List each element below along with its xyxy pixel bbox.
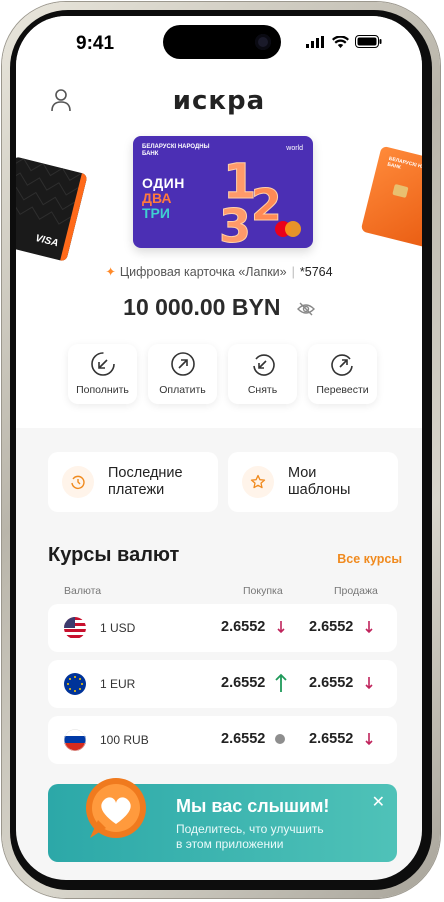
eye-off-icon[interactable] xyxy=(296,302,315,316)
close-icon[interactable]: ✕ xyxy=(372,792,385,812)
rate-row-eur[interactable]: 1 EUR 2.6552 2.6552 xyxy=(48,660,397,708)
buy-value: 2.6552 xyxy=(221,675,266,691)
card-word-1: ОДИН xyxy=(142,175,185,191)
quick-label-line2: платежи xyxy=(108,482,165,498)
card-word-2: ДВА xyxy=(142,190,172,206)
rotate-left-icon xyxy=(252,354,275,376)
camera-icon xyxy=(255,34,271,50)
sell-value: 2.6552 xyxy=(309,619,354,635)
usa-flag-icon xyxy=(64,617,86,639)
card-number: *5764 xyxy=(299,265,333,279)
rate-row-rub[interactable]: 100 RUB 2.6552 2.6552 xyxy=(48,716,397,764)
recent-payments-button[interactable]: Последние платежи xyxy=(48,452,218,512)
rate-row-usd[interactable]: 1 USD 2.6552 2.6552 xyxy=(48,604,397,652)
card-bank-name: БЕЛАРУСКІ НАРОДНЫ БАНК xyxy=(142,144,210,157)
action-label: Оплатить xyxy=(159,384,206,396)
russia-flag-icon xyxy=(64,729,86,751)
no-change-dot-icon xyxy=(275,734,285,744)
action-transfer[interactable]: Перевести xyxy=(308,344,377,404)
card-name: Цифровая карточка «Лапки» xyxy=(119,265,287,279)
arrow-down-icon xyxy=(365,621,373,634)
status-icons xyxy=(306,35,382,48)
templates-button[interactable]: Мои шаблоны xyxy=(228,452,398,512)
card-chip-icon xyxy=(392,183,409,199)
history-icon xyxy=(62,466,94,498)
action-label: Перевести xyxy=(316,384,369,396)
card-word-3: ТРИ xyxy=(142,205,170,221)
side-card-bank: БЕЛАРУСКІ НАРОДНЫ БАНК xyxy=(386,155,422,176)
col-buy: Покупка xyxy=(243,585,283,597)
action-label: Снять xyxy=(247,384,278,396)
star-icon xyxy=(242,466,274,498)
quick-label-line1: Последние xyxy=(108,465,183,481)
quick-links: Последние платежи Мои шаблоны xyxy=(48,452,398,512)
arrow-up-right-icon xyxy=(170,352,195,376)
col-sell: Продажа xyxy=(334,585,378,597)
quick-label-line1: Мои xyxy=(288,465,317,481)
quick-label-line2: шаблоны xyxy=(288,482,351,498)
sell-value: 2.6552 xyxy=(309,675,354,691)
action-label: Пополнить xyxy=(76,384,129,396)
banner-title: Мы вас слышим! xyxy=(176,796,330,816)
arrow-down-icon xyxy=(365,677,373,690)
app-logo: искра xyxy=(172,86,266,116)
all-rates-link[interactable]: Все курсы xyxy=(337,552,402,566)
arrow-down-icon xyxy=(277,621,285,634)
card-network: world xyxy=(286,145,303,152)
action-pay[interactable]: Оплатить xyxy=(148,344,217,404)
heart-bubble-icon xyxy=(86,778,146,838)
dynamic-island xyxy=(163,25,281,59)
status-time: 9:41 xyxy=(76,33,115,54)
main-card[interactable]: БЕЛАРУСКІ НАРОДНЫ БАНК world 1 2 3 ОДИН … xyxy=(133,136,313,248)
buy-value: 2.6552 xyxy=(221,619,266,635)
currency-label: 100 RUB xyxy=(100,733,149,747)
rotate-right-icon xyxy=(330,354,353,376)
action-withdraw[interactable]: Снять xyxy=(228,344,297,404)
mastercard-icon xyxy=(275,221,301,237)
banner-subtitle-line1: Поделитесь, что улучшить xyxy=(176,822,324,836)
wifi-icon xyxy=(332,35,349,48)
banner-subtitle: Поделитесь, что улучшить в этом приложени… xyxy=(176,822,346,852)
arrow-down-icon xyxy=(365,733,373,746)
currency-label: 1 USD xyxy=(100,621,136,635)
sell-value: 2.6552 xyxy=(309,731,354,747)
svg-text:3: 3 xyxy=(219,199,251,244)
currency-label: 1 EUR xyxy=(100,677,136,691)
action-top-up[interactable]: Пополнить xyxy=(68,344,137,404)
card-actions: Пополнить Оплатить Снять Перевести xyxy=(68,344,377,404)
buy-value: 2.6552 xyxy=(221,731,266,747)
app-header: искра xyxy=(16,76,422,116)
divider: | xyxy=(291,265,295,279)
eu-flag-icon xyxy=(64,673,86,695)
balance-amount: 10 000.00 BYN xyxy=(123,294,281,320)
col-currency: Валюта xyxy=(64,585,102,597)
battery-icon xyxy=(355,35,382,48)
sparkle-icon: ✦ xyxy=(105,265,116,279)
card-name-row[interactable]: ✦ Цифровая карточка «Лапки» | *5764 xyxy=(16,264,422,279)
banner-subtitle-line2: в этом приложении xyxy=(176,837,284,851)
arrow-up-icon xyxy=(275,673,287,692)
balance-row: 10 000.00 BYN xyxy=(16,294,422,321)
arrow-down-left-icon xyxy=(90,352,115,376)
app-screen: 9:41 искра VISA БЕЛАРУСКІ НАРОДНЫ БАНК Б… xyxy=(16,16,422,880)
signal-icon xyxy=(306,35,324,48)
rates-title: Курсы валют xyxy=(48,544,180,566)
